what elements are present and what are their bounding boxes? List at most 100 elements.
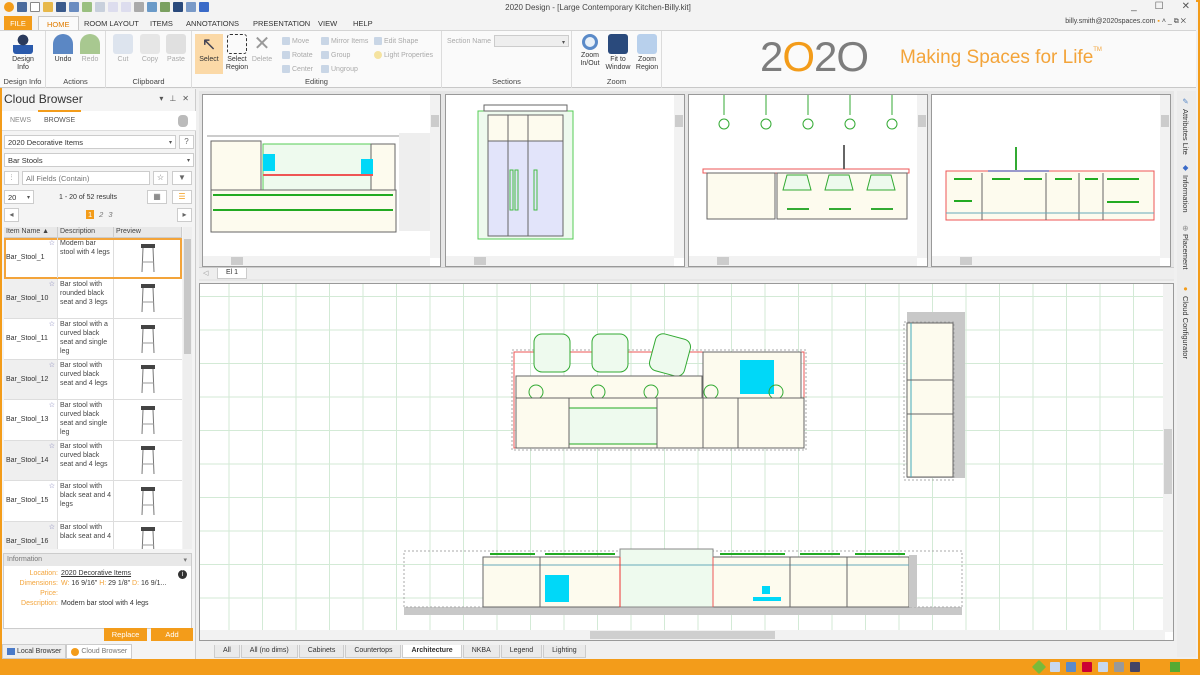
edit-shape-button[interactable]: Edit Shape xyxy=(374,37,418,45)
col-preview[interactable]: Preview xyxy=(114,227,182,237)
table-row[interactable]: ☆ Bar_Stool_12 Bar stool with curved blac… xyxy=(4,359,182,400)
scroll-thumb[interactable] xyxy=(717,257,729,265)
scroll-thumb[interactable] xyxy=(184,239,191,354)
elevation-view-4[interactable] xyxy=(931,94,1171,267)
copy-button[interactable]: Copy xyxy=(136,34,164,64)
tab-elevation-1[interactable]: El 1 xyxy=(217,268,248,279)
plan-tab-all[interactable]: All xyxy=(214,645,240,658)
page-size-dropdown[interactable]: 20 ▾ xyxy=(4,190,34,204)
col-item-name[interactable]: Item Name ▲ xyxy=(4,227,58,237)
add-button[interactable]: Add xyxy=(151,628,193,641)
settings-sliders-icon[interactable]: ⫶ xyxy=(4,171,19,185)
location-link[interactable]: 2020 Decorative Items xyxy=(61,570,131,577)
plan-tab-nkba[interactable]: NKBA xyxy=(462,645,500,658)
vertical-scrollbar[interactable] xyxy=(674,95,684,258)
list-view-button[interactable]: ☰ xyxy=(172,190,192,204)
plan-tab-lighting[interactable]: Lighting xyxy=(543,645,586,658)
grid-view-button[interactable]: ▦ xyxy=(147,190,167,204)
prev-page-button[interactable]: ◂ xyxy=(4,208,19,222)
zoom-in-out-button[interactable]: Zoom In/Out xyxy=(576,34,604,68)
filter-button[interactable]: ▼ xyxy=(172,171,192,185)
ungroup-button[interactable]: Ungroup xyxy=(321,65,358,73)
next-page-button[interactable]: ▸ xyxy=(177,208,192,222)
overlap-icon[interactable] xyxy=(1066,662,1076,672)
vertical-scrollbar[interactable] xyxy=(1160,95,1170,258)
elevation-view-1[interactable] xyxy=(202,94,441,267)
scroll-thumb[interactable] xyxy=(675,115,683,127)
vertical-scrollbar[interactable] xyxy=(917,95,927,258)
table-row[interactable]: ☆ Bar_Stool_13 Bar stool with curved blac… xyxy=(4,400,182,441)
tab-placement[interactable]: ⊕ Placement xyxy=(1181,225,1190,270)
select-region-button[interactable]: Select Region xyxy=(223,34,251,72)
tab-home[interactable]: HOME xyxy=(38,16,79,30)
plan-tab-countertops[interactable]: Countertops xyxy=(345,645,402,658)
elevation-view-2[interactable] xyxy=(445,94,685,267)
horizontal-scrollbar[interactable] xyxy=(446,256,674,266)
col-description[interactable]: Description xyxy=(58,227,114,237)
tab-attributes-lite[interactable]: ✎ Attributes Lite xyxy=(1181,97,1190,155)
tab-local-browser[interactable]: Local Browser xyxy=(2,644,67,659)
cut-button[interactable]: Cut xyxy=(109,34,137,64)
table-row[interactable]: ☆ Bar_Stool_11 Bar stool with a curved bl… xyxy=(4,319,182,360)
mirror-items-button[interactable]: Mirror Items xyxy=(321,37,368,45)
favorite-star-icon[interactable]: ☆ xyxy=(49,280,55,288)
collapse-icon[interactable]: ▾ xyxy=(183,556,187,564)
center-button[interactable]: Center xyxy=(282,65,313,73)
database-icon[interactable] xyxy=(178,115,188,127)
paste-button[interactable]: Paste xyxy=(162,34,190,64)
tab-help[interactable]: HELP xyxy=(345,16,381,30)
table-row[interactable]: ☆ Bar_Stool_14 Bar stool with curved blac… xyxy=(4,440,182,481)
select-button[interactable]: ↖ Select xyxy=(195,34,223,74)
move-button[interactable]: Move xyxy=(282,37,309,45)
scroll-left-icon[interactable]: ◁ xyxy=(203,269,208,277)
camera-icon[interactable] xyxy=(1130,662,1140,672)
tab-presentation[interactable]: PRESENTATION xyxy=(245,16,318,30)
close-button[interactable]: ✕ xyxy=(1182,1,1190,12)
snap-icon[interactable] xyxy=(1031,659,1047,675)
flag-icon[interactable] xyxy=(1170,662,1180,672)
page-2[interactable]: 2 xyxy=(99,210,103,219)
favorite-star-icon[interactable]: ☆ xyxy=(49,239,55,247)
category-dropdown[interactable]: Bar Stools ▾ xyxy=(4,153,194,167)
fit-to-window-button[interactable]: Fit to Window xyxy=(603,34,633,72)
section-name-dropdown[interactable]: ▾ xyxy=(494,35,569,47)
vertical-scrollbar[interactable] xyxy=(430,95,440,258)
user-account[interactable]: billy.smith@2020spaces.com ▪ ˄ _ ⧉ ✕ xyxy=(1065,18,1186,26)
rotate-button[interactable]: Rotate xyxy=(282,51,313,59)
page-1[interactable]: 1 xyxy=(86,210,95,219)
horizontal-scrollbar[interactable] xyxy=(203,256,430,266)
page-3[interactable]: 3 xyxy=(108,210,112,219)
plan-horizontal-scrollbar[interactable] xyxy=(200,630,1165,640)
undo-button[interactable]: Undo xyxy=(49,34,77,64)
favorite-star-icon[interactable]: ☆ xyxy=(49,401,55,409)
tab-information[interactable]: ◆ Information xyxy=(1181,163,1190,213)
horizontal-scrollbar[interactable] xyxy=(932,256,1160,266)
table-row[interactable]: ☆ Bar_Stool_10 Bar stool with rounded bla… xyxy=(4,278,182,319)
grid-icon[interactable] xyxy=(1050,662,1060,672)
scroll-thumb[interactable] xyxy=(1164,429,1172,494)
table-row[interactable]: ☆ Bar_Stool_16 Bar stool with black seat … xyxy=(4,521,182,549)
replace-button[interactable]: Replace xyxy=(104,628,147,641)
scroll-thumb[interactable] xyxy=(1161,115,1169,127)
scroll-thumb[interactable] xyxy=(590,631,775,639)
info-icon[interactable]: i xyxy=(178,570,187,579)
help-button[interactable]: ? xyxy=(179,135,194,149)
tab-room-layout[interactable]: ROOM LAYOUT xyxy=(76,16,147,30)
elevation-view-3[interactable] xyxy=(688,94,928,267)
plan-view[interactable] xyxy=(199,283,1174,641)
scroll-thumb[interactable] xyxy=(231,257,243,265)
redo-button[interactable]: Redo xyxy=(76,34,104,64)
layers-icon[interactable] xyxy=(1082,662,1092,672)
favorite-star-icon[interactable]: ☆ xyxy=(49,482,55,490)
align-icon[interactable] xyxy=(1098,662,1108,672)
tab-cloud-configurator[interactable]: ● Cloud Configurator xyxy=(1181,284,1190,359)
table-row[interactable]: ☆ Bar_Stool_15 Bar stool with black seat … xyxy=(4,481,182,522)
plan-vertical-scrollbar[interactable] xyxy=(1163,284,1173,632)
tab-cloud-browser[interactable]: Cloud Browser xyxy=(66,644,133,659)
tab-news[interactable]: NEWS xyxy=(10,117,31,124)
tab-browse[interactable]: BROWSE xyxy=(37,110,82,124)
catalog-dropdown[interactable]: 2020 Decorative Items ▾ xyxy=(4,135,176,149)
tab-view[interactable]: VIEW xyxy=(310,16,345,30)
plan-tab-all-no-dims[interactable]: All (no dims) xyxy=(240,645,298,658)
tab-file[interactable]: FILE xyxy=(4,16,32,30)
